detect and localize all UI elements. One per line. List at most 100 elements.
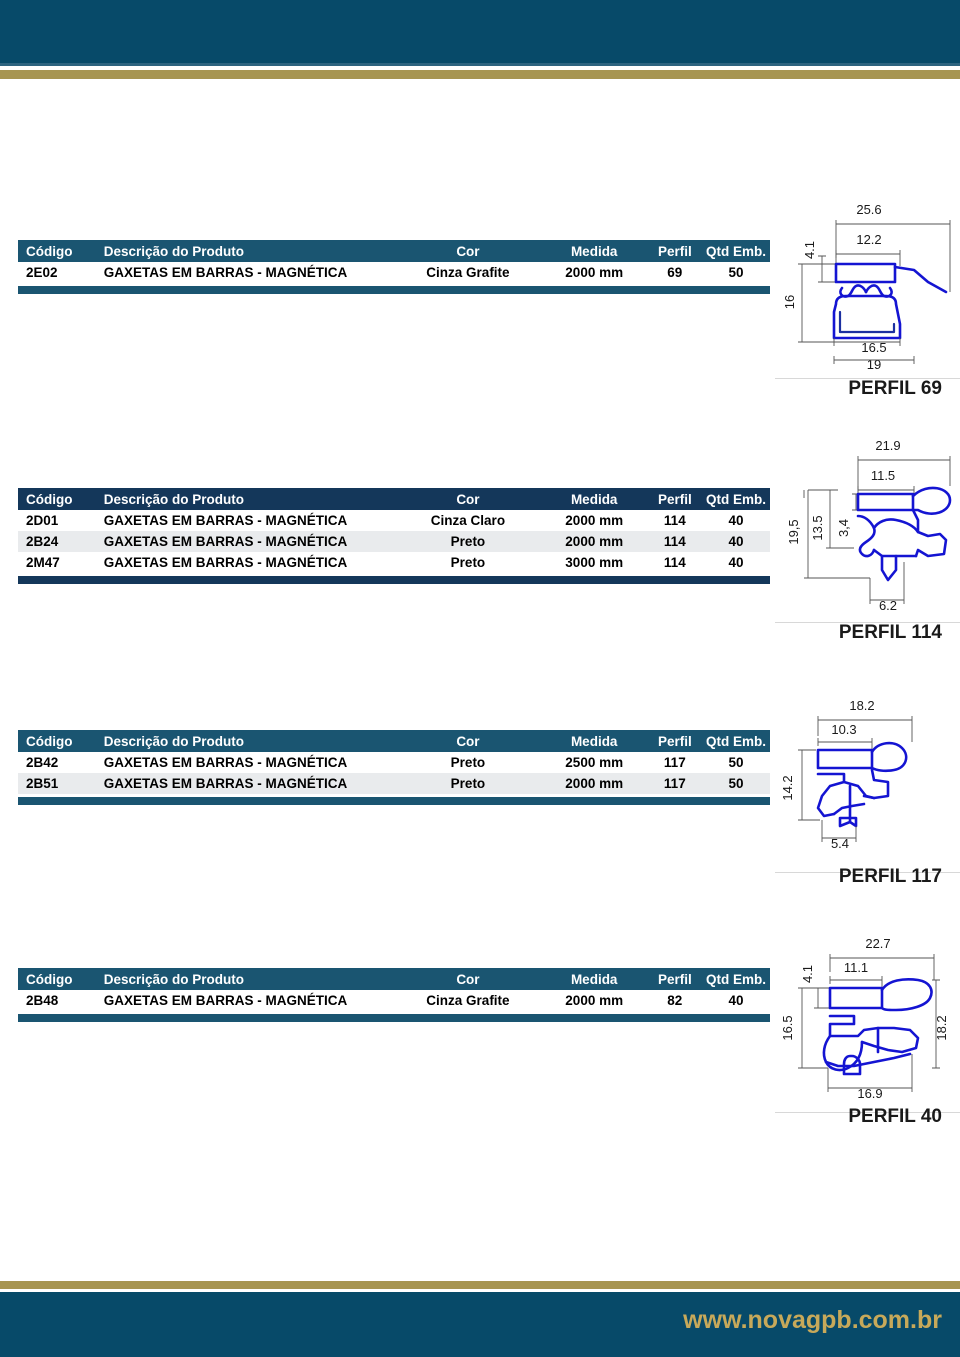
table-footer-bar [18, 286, 770, 294]
cell-cor: Cinza Grafite [426, 265, 510, 280]
cell-codigo: 2B48 [26, 993, 59, 1008]
cell-medida: 2500 mm [565, 755, 624, 770]
col-header-medida: Medida [570, 733, 618, 749]
cell-descricao: GAXETAS EM BARRAS - MAGNÉTICA [103, 776, 348, 791]
product-table-1: Código Descrição do Produto Cor Medida P… [18, 240, 770, 294]
dim-inner-12-2: 12.2 [856, 232, 881, 247]
cell-medida: 2000 mm [565, 776, 624, 791]
dim-left-16: 16 [782, 295, 797, 309]
col-header-codigo: Código [26, 491, 73, 507]
cell-cor: Cinza Claro [430, 513, 506, 528]
col-header-cor: Cor [456, 733, 480, 749]
profile-drawing-40: 22.7 11.1 4.1 16.5 18.2 16.9 [778, 932, 960, 1104]
col-header-qtd: Qtd Emb. [706, 971, 766, 987]
cell-perfil: 117 [663, 776, 686, 791]
cell-perfil: 114 [663, 513, 686, 528]
perfil-label-114: PERFIL 114 [838, 622, 942, 643]
col-header-medida: Medida [570, 491, 618, 507]
dim-top-18-2: 18.2 [849, 698, 874, 713]
table-row[interactable]: 2B42 GAXETAS EM BARRAS - MAGNÉTICA Preto… [18, 752, 770, 773]
col-header-medida: Medida [570, 971, 618, 987]
table-header-row: Código Descrição do Produto Cor Medida P… [18, 968, 770, 990]
table-row[interactable]: 2B24 GAXETAS EM BARRAS - MAGNÉTICA Preto… [18, 531, 770, 552]
dim-inner-11-5: 11.5 [871, 468, 895, 483]
col-header-perfil: Perfil [657, 971, 692, 987]
website-url: www.novagpb.com.br [683, 1306, 942, 1334]
cell-descricao: GAXETAS EM BARRAS - MAGNÉTICA [103, 265, 348, 280]
dim-left-19-5: 19,5 [786, 519, 801, 544]
cell-codigo: 2D01 [26, 513, 59, 528]
cell-perfil: 69 [667, 265, 683, 280]
table-row[interactable]: 2B51 GAXETAS EM BARRAS - MAGNÉTICA Preto… [18, 773, 770, 794]
cell-qtd: 50 [728, 265, 744, 280]
cell-perfil: 117 [663, 755, 686, 770]
col-header-descricao: Descrição do Produto [103, 733, 244, 749]
cell-medida: 2000 mm [565, 993, 624, 1008]
footer-gold-stripe [0, 1281, 960, 1289]
col-header-qtd: Qtd Emb. [706, 491, 766, 507]
dim-bottom-19: 19 [867, 357, 881, 372]
cell-medida: 2000 mm [565, 534, 624, 549]
cell-cor: Preto [450, 555, 486, 570]
cell-descricao: GAXETAS EM BARRAS - MAGNÉTICA [103, 755, 348, 770]
profile-drawing-117: 18.2 10.3 14.2 5.4 [778, 692, 960, 858]
table-row[interactable]: 2B48 GAXETAS EM BARRAS - MAGNÉTICA Cinza… [18, 990, 770, 1011]
dim-left-16-5: 16.5 [780, 1015, 795, 1040]
table-row[interactable]: 2E02 GAXETAS EM BARRAS - MAGNÉTICA Cinza… [18, 262, 770, 283]
col-header-descricao: Descrição do Produto [103, 243, 244, 259]
cell-cor: Preto [450, 534, 486, 549]
col-header-codigo: Código [26, 243, 73, 259]
product-table-4: Código Descrição do Produto Cor Medida P… [18, 968, 770, 1022]
cell-qtd: 40 [728, 993, 744, 1008]
cell-qtd: 50 [728, 776, 744, 791]
cell-descricao: GAXETAS EM BARRAS - MAGNÉTICA [103, 555, 348, 570]
col-header-descricao: Descrição do Produto [103, 491, 244, 507]
cell-perfil: 114 [663, 534, 686, 549]
table-row[interactable]: 2D01 GAXETAS EM BARRAS - MAGNÉTICA Cinza… [18, 510, 770, 531]
header-gold-stripe [0, 70, 960, 79]
cell-medida: 2000 mm [565, 265, 624, 280]
cell-cor: Cinza Grafite [426, 993, 510, 1008]
dim-top-25-6: 25.6 [856, 202, 881, 217]
col-header-cor: Cor [456, 491, 480, 507]
col-header-qtd: Qtd Emb. [706, 733, 766, 749]
profile-drawing-69: 25.6 12.2 4.1 16 16.5 19 [778, 192, 960, 372]
dim-inner-11-1: 11.1 [844, 960, 868, 975]
cell-perfil: 114 [663, 555, 686, 570]
dim-left-3-4: 3,4 [836, 519, 851, 537]
product-table-3: Código Descrição do Produto Cor Medida P… [18, 730, 770, 805]
perfil-label-69: PERFIL 69 [848, 378, 942, 399]
table-footer-bar [18, 576, 770, 584]
col-header-cor: Cor [456, 243, 480, 259]
cell-qtd: 50 [728, 755, 744, 770]
col-header-codigo: Código [26, 733, 73, 749]
col-header-perfil: Perfil [657, 491, 692, 507]
col-header-perfil: Perfil [657, 733, 692, 749]
cell-qtd: 40 [728, 513, 744, 528]
dim-left-13-5: 13.5 [810, 515, 825, 540]
profile-drawing-114: 21.9 11.5 19,5 13.5 3,4 6.2 [778, 432, 960, 618]
header-band [0, 0, 960, 63]
cell-medida: 3000 mm [565, 555, 624, 570]
dim-left-14-2: 14.2 [780, 775, 795, 800]
cell-descricao: GAXETAS EM BARRAS - MAGNÉTICA [103, 513, 348, 528]
table-header-row: Código Descrição do Produto Cor Medida P… [18, 240, 770, 262]
cell-descricao: GAXETAS EM BARRAS - MAGNÉTICA [103, 993, 348, 1008]
cell-cor: Preto [450, 755, 486, 770]
cell-codigo: 2E02 [26, 265, 58, 280]
table-header-row: Código Descrição do Produto Cor Medida P… [18, 730, 770, 752]
col-header-medida: Medida [570, 243, 618, 259]
cell-qtd: 40 [728, 555, 744, 570]
cell-perfil: 82 [667, 993, 683, 1008]
table-header-row: Código Descrição do Produto Cor Medida P… [18, 488, 770, 510]
table-footer-bar [18, 1014, 770, 1022]
perfil-label-40: PERFIL 40 [848, 1106, 942, 1127]
cell-codigo: 2B42 [26, 755, 59, 770]
cell-cor: Preto [450, 776, 486, 791]
cell-codigo: 2B51 [26, 776, 59, 791]
cell-descricao: GAXETAS EM BARRAS - MAGNÉTICA [103, 534, 348, 549]
table-footer-bar [18, 797, 770, 805]
cell-codigo: 2M47 [26, 555, 60, 570]
perfil-label-117: PERFIL 117 [838, 866, 942, 887]
table-row[interactable]: 2M47 GAXETAS EM BARRAS - MAGNÉTICA Preto… [18, 552, 770, 573]
